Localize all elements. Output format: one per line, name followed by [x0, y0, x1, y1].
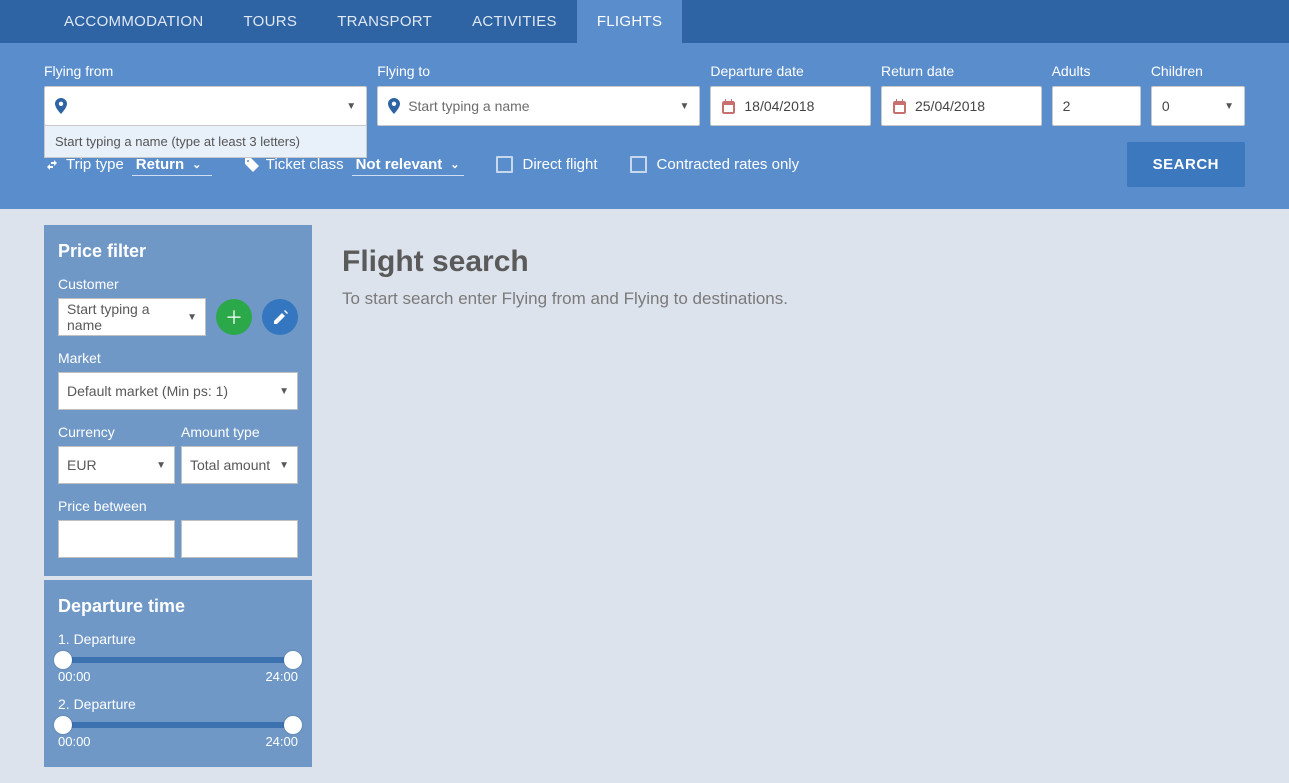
return-date-input[interactable]: 25/04/2018	[881, 86, 1042, 126]
market-select[interactable]: Default market (Min ps: 1) ▼	[58, 372, 298, 410]
flying-to-combo[interactable]: Start typing a name ▼	[377, 86, 700, 126]
departure2-min: 00:00	[58, 734, 91, 749]
adults-value: 2	[1063, 98, 1130, 114]
flying-to-placeholder: Start typing a name	[408, 98, 679, 114]
departure1-label: 1. Departure	[58, 631, 298, 647]
departure2-slider[interactable]	[58, 722, 298, 728]
departure1-min: 00:00	[58, 669, 91, 684]
calendar-icon	[892, 99, 907, 114]
tab-flights[interactable]: FLIGHTS	[577, 0, 682, 43]
chevron-down-icon: ▼	[156, 460, 166, 471]
tab-accommodation[interactable]: ACCOMMODATION	[44, 0, 223, 43]
calendar-icon	[721, 99, 736, 114]
price-filter-panel: Price filter Customer Start typing a nam…	[44, 225, 312, 576]
flying-from-label: Flying from	[44, 63, 367, 79]
departure-time-title: Departure time	[58, 596, 298, 617]
departure-time-panel: Departure time 1. Departure 00:00 24:00 …	[44, 580, 312, 767]
price-min-input[interactable]	[58, 520, 175, 558]
plus-icon: ＋	[225, 304, 243, 330]
departure2-max: 24:00	[265, 734, 298, 749]
slider-knob-max[interactable]	[284, 651, 302, 669]
contracted-rates-checkbox[interactable]: Contracted rates only	[630, 156, 800, 173]
return-date-label: Return date	[881, 63, 1042, 79]
amount-type-select[interactable]: Total amount ▼	[181, 446, 298, 484]
flying-from-input[interactable]	[75, 98, 346, 114]
chevron-down-icon: ▼	[187, 312, 197, 323]
return-date-value: 25/04/2018	[915, 98, 1031, 114]
page-title: Flight search	[342, 245, 1289, 279]
departure1-max: 24:00	[265, 669, 298, 684]
direct-flight-checkbox[interactable]: Direct flight	[496, 156, 598, 173]
ticket-class-select[interactable]: Not relevant ⌄	[352, 154, 464, 176]
checkbox-icon	[496, 156, 513, 173]
departure1-slider[interactable]	[58, 657, 298, 663]
shuffle-icon	[44, 157, 60, 173]
adults-label: Adults	[1052, 63, 1141, 79]
tag-icon	[244, 157, 260, 173]
slider-knob-min[interactable]	[54, 716, 72, 734]
edit-customer-button[interactable]	[262, 299, 298, 335]
trip-type-label: Trip type	[66, 156, 124, 173]
tab-tours[interactable]: TOURS	[223, 0, 317, 43]
pencil-icon	[273, 310, 288, 325]
pin-icon	[388, 98, 400, 114]
search-bar: Flying from ▼ Start typing a name (type …	[0, 43, 1289, 209]
sidebar: Price filter Customer Start typing a nam…	[44, 225, 312, 767]
top-nav-tabs: ACCOMMODATION TOURS TRANSPORT ACTIVITIES…	[0, 0, 1289, 43]
flying-from-hint[interactable]: Start typing a name (type at least 3 let…	[44, 125, 367, 158]
search-button[interactable]: SEARCH	[1127, 142, 1245, 187]
page-subtitle: To start search enter Flying from and Fl…	[342, 289, 1289, 309]
currency-select[interactable]: EUR ▼	[58, 446, 175, 484]
chevron-down-icon: ▼	[1224, 101, 1234, 112]
price-filter-title: Price filter	[58, 241, 298, 262]
chevron-down-icon: ▼	[346, 101, 356, 112]
departure-date-label: Departure date	[710, 63, 871, 79]
departure2-label: 2. Departure	[58, 696, 298, 712]
children-label: Children	[1151, 63, 1245, 79]
adults-input[interactable]: 2	[1052, 86, 1141, 126]
departure-date-value: 18/04/2018	[744, 98, 860, 114]
price-max-input[interactable]	[181, 520, 298, 558]
chevron-down-icon: ⌄	[450, 158, 459, 171]
pin-icon	[55, 98, 67, 114]
chevron-down-icon: ▼	[279, 386, 289, 397]
children-select[interactable]: 0 ▼	[1151, 86, 1245, 126]
chevron-down-icon: ▼	[279, 460, 289, 471]
departure-date-input[interactable]: 18/04/2018	[710, 86, 871, 126]
customer-label: Customer	[58, 276, 298, 292]
add-customer-button[interactable]: ＋	[216, 299, 252, 335]
main-content: Flight search To start search enter Flyi…	[342, 225, 1289, 767]
price-between-label: Price between	[58, 498, 298, 514]
slider-knob-max[interactable]	[284, 716, 302, 734]
customer-select[interactable]: Start typing a name ▼	[58, 298, 206, 336]
slider-knob-min[interactable]	[54, 651, 72, 669]
tab-activities[interactable]: ACTIVITIES	[452, 0, 577, 43]
checkbox-icon	[630, 156, 647, 173]
flying-from-combo[interactable]: ▼ Start typing a name (type at least 3 l…	[44, 86, 367, 126]
children-value: 0	[1162, 98, 1224, 114]
tab-transport[interactable]: TRANSPORT	[317, 0, 452, 43]
amount-type-label: Amount type	[181, 424, 298, 440]
ticket-class-label: Ticket class	[266, 156, 344, 173]
chevron-down-icon: ▼	[679, 101, 689, 112]
currency-label: Currency	[58, 424, 175, 440]
chevron-down-icon: ⌄	[192, 158, 201, 171]
market-label: Market	[58, 350, 298, 366]
flying-to-label: Flying to	[377, 63, 700, 79]
